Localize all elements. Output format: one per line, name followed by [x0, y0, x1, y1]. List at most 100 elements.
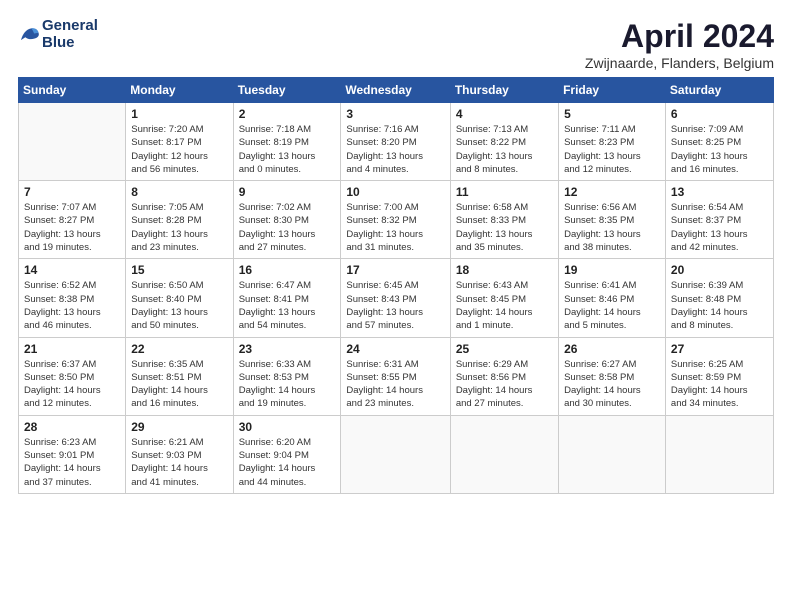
day-number: 25: [456, 342, 553, 356]
day-number: 27: [671, 342, 768, 356]
calendar-table: SundayMondayTuesdayWednesdayThursdayFrid…: [18, 77, 774, 494]
day-number: 23: [239, 342, 336, 356]
day-number: 26: [564, 342, 660, 356]
day-info: Sunrise: 6:31 AMSunset: 8:55 PMDaylight:…: [346, 358, 444, 411]
day-number: 17: [346, 263, 444, 277]
calendar-header-monday: Monday: [126, 78, 233, 103]
day-info: Sunrise: 6:20 AMSunset: 9:04 PMDaylight:…: [239, 436, 336, 489]
day-info: Sunrise: 7:07 AMSunset: 8:27 PMDaylight:…: [24, 201, 120, 254]
day-info: Sunrise: 7:00 AMSunset: 8:32 PMDaylight:…: [346, 201, 444, 254]
day-number: 7: [24, 185, 120, 199]
calendar-cell: [341, 415, 450, 493]
day-info: Sunrise: 7:16 AMSunset: 8:20 PMDaylight:…: [346, 123, 444, 176]
day-number: 5: [564, 107, 660, 121]
day-info: Sunrise: 6:33 AMSunset: 8:53 PMDaylight:…: [239, 358, 336, 411]
calendar-header-row: SundayMondayTuesdayWednesdayThursdayFrid…: [19, 78, 774, 103]
logo-icon: [18, 24, 40, 46]
day-info: Sunrise: 6:58 AMSunset: 8:33 PMDaylight:…: [456, 201, 553, 254]
calendar-week-row: 28 Sunrise: 6:23 AMSunset: 9:01 PMDayligh…: [19, 415, 774, 493]
day-number: 15: [131, 263, 227, 277]
day-number: 24: [346, 342, 444, 356]
logo: General Blue: [18, 18, 98, 51]
calendar-cell: 5 Sunrise: 7:11 AMSunset: 8:23 PMDaylight…: [559, 103, 666, 181]
day-info: Sunrise: 6:45 AMSunset: 8:43 PMDaylight:…: [346, 279, 444, 332]
calendar-cell: 23 Sunrise: 6:33 AMSunset: 8:53 PMDayligh…: [233, 337, 341, 415]
calendar-cell: 9 Sunrise: 7:02 AMSunset: 8:30 PMDaylight…: [233, 181, 341, 259]
calendar-cell: 28 Sunrise: 6:23 AMSunset: 9:01 PMDayligh…: [19, 415, 126, 493]
calendar-cell: 15 Sunrise: 6:50 AMSunset: 8:40 PMDayligh…: [126, 259, 233, 337]
day-info: Sunrise: 7:18 AMSunset: 8:19 PMDaylight:…: [239, 123, 336, 176]
calendar-cell: [450, 415, 558, 493]
calendar-cell: 17 Sunrise: 6:45 AMSunset: 8:43 PMDayligh…: [341, 259, 450, 337]
calendar-header-tuesday: Tuesday: [233, 78, 341, 103]
calendar-cell: 7 Sunrise: 7:07 AMSunset: 8:27 PMDaylight…: [19, 181, 126, 259]
calendar-cell: 14 Sunrise: 6:52 AMSunset: 8:38 PMDayligh…: [19, 259, 126, 337]
calendar-week-row: 7 Sunrise: 7:07 AMSunset: 8:27 PMDaylight…: [19, 181, 774, 259]
day-info: Sunrise: 6:39 AMSunset: 8:48 PMDaylight:…: [671, 279, 768, 332]
day-info: Sunrise: 6:43 AMSunset: 8:45 PMDaylight:…: [456, 279, 553, 332]
calendar-cell: [665, 415, 773, 493]
day-info: Sunrise: 6:23 AMSunset: 9:01 PMDaylight:…: [24, 436, 120, 489]
calendar-cell: 8 Sunrise: 7:05 AMSunset: 8:28 PMDaylight…: [126, 181, 233, 259]
logo-text: General Blue: [42, 18, 98, 51]
day-number: 11: [456, 185, 553, 199]
header: General Blue April 2024 Zwijnaarde, Flan…: [18, 18, 774, 71]
calendar-cell: 11 Sunrise: 6:58 AMSunset: 8:33 PMDayligh…: [450, 181, 558, 259]
calendar-cell: [19, 103, 126, 181]
day-info: Sunrise: 7:05 AMSunset: 8:28 PMDaylight:…: [131, 201, 227, 254]
day-info: Sunrise: 7:20 AMSunset: 8:17 PMDaylight:…: [131, 123, 227, 176]
day-number: 16: [239, 263, 336, 277]
calendar-week-row: 1 Sunrise: 7:20 AMSunset: 8:17 PMDaylight…: [19, 103, 774, 181]
calendar-cell: 19Sunrise: 6:41 AMSunset: 8:46 PMDayligh…: [559, 259, 666, 337]
day-number: 6: [671, 107, 768, 121]
calendar-cell: [559, 415, 666, 493]
day-number: 8: [131, 185, 227, 199]
calendar-header-thursday: Thursday: [450, 78, 558, 103]
day-number: 13: [671, 185, 768, 199]
calendar-cell: 2Sunrise: 7:18 AMSunset: 8:19 PMDaylight…: [233, 103, 341, 181]
day-number: 4: [456, 107, 553, 121]
calendar-cell: 12 Sunrise: 6:56 AMSunset: 8:35 PMDayligh…: [559, 181, 666, 259]
day-number: 28: [24, 420, 120, 434]
day-number: 9: [239, 185, 336, 199]
day-info: Sunrise: 6:35 AMSunset: 8:51 PMDaylight:…: [131, 358, 227, 411]
calendar-cell: 18 Sunrise: 6:43 AMSunset: 8:45 PMDayligh…: [450, 259, 558, 337]
calendar-header-wednesday: Wednesday: [341, 78, 450, 103]
day-info: Sunrise: 7:11 AMSunset: 8:23 PMDaylight:…: [564, 123, 660, 176]
day-info: Sunrise: 6:27 AMSunset: 8:58 PMDaylight:…: [564, 358, 660, 411]
day-number: 29: [131, 420, 227, 434]
calendar-header-saturday: Saturday: [665, 78, 773, 103]
day-info: Sunrise: 6:52 AMSunset: 8:38 PMDaylight:…: [24, 279, 120, 332]
day-info: Sunrise: 7:13 AMSunset: 8:22 PMDaylight:…: [456, 123, 553, 176]
day-info: Sunrise: 7:02 AMSunset: 8:30 PMDaylight:…: [239, 201, 336, 254]
calendar-cell: 16 Sunrise: 6:47 AMSunset: 8:41 PMDayligh…: [233, 259, 341, 337]
day-number: 18: [456, 263, 553, 277]
calendar-cell: 20 Sunrise: 6:39 AMSunset: 8:48 PMDayligh…: [665, 259, 773, 337]
calendar-header-friday: Friday: [559, 78, 666, 103]
calendar-cell: 3 Sunrise: 7:16 AMSunset: 8:20 PMDaylight…: [341, 103, 450, 181]
day-number: 19: [564, 263, 660, 277]
calendar-cell: 30 Sunrise: 6:20 AMSunset: 9:04 PMDayligh…: [233, 415, 341, 493]
calendar-cell: 26 Sunrise: 6:27 AMSunset: 8:58 PMDayligh…: [559, 337, 666, 415]
calendar-cell: 10Sunrise: 7:00 AMSunset: 8:32 PMDayligh…: [341, 181, 450, 259]
calendar-cell: 27Sunrise: 6:25 AMSunset: 8:59 PMDayligh…: [665, 337, 773, 415]
day-info: Sunrise: 6:37 AMSunset: 8:50 PMDaylight:…: [24, 358, 120, 411]
day-number: 14: [24, 263, 120, 277]
day-info: Sunrise: 6:50 AMSunset: 8:40 PMDaylight:…: [131, 279, 227, 332]
calendar-cell: 13 Sunrise: 6:54 AMSunset: 8:37 PMDayligh…: [665, 181, 773, 259]
calendar-cell: 22Sunrise: 6:35 AMSunset: 8:51 PMDayligh…: [126, 337, 233, 415]
day-number: 3: [346, 107, 444, 121]
day-number: 12: [564, 185, 660, 199]
day-info: Sunrise: 6:47 AMSunset: 8:41 PMDaylight:…: [239, 279, 336, 332]
calendar-cell: 29Sunrise: 6:21 AMSunset: 9:03 PMDayligh…: [126, 415, 233, 493]
day-number: 1: [131, 107, 227, 121]
day-info: Sunrise: 6:54 AMSunset: 8:37 PMDaylight:…: [671, 201, 768, 254]
day-info: Sunrise: 7:09 AMSunset: 8:25 PMDaylight:…: [671, 123, 768, 176]
calendar-cell: 21Sunrise: 6:37 AMSunset: 8:50 PMDayligh…: [19, 337, 126, 415]
day-number: 30: [239, 420, 336, 434]
day-number: 20: [671, 263, 768, 277]
calendar-cell: 4 Sunrise: 7:13 AMSunset: 8:22 PMDaylight…: [450, 103, 558, 181]
page: General Blue April 2024 Zwijnaarde, Flan…: [0, 0, 792, 612]
day-info: Sunrise: 6:56 AMSunset: 8:35 PMDaylight:…: [564, 201, 660, 254]
month-title: April 2024: [585, 18, 774, 55]
